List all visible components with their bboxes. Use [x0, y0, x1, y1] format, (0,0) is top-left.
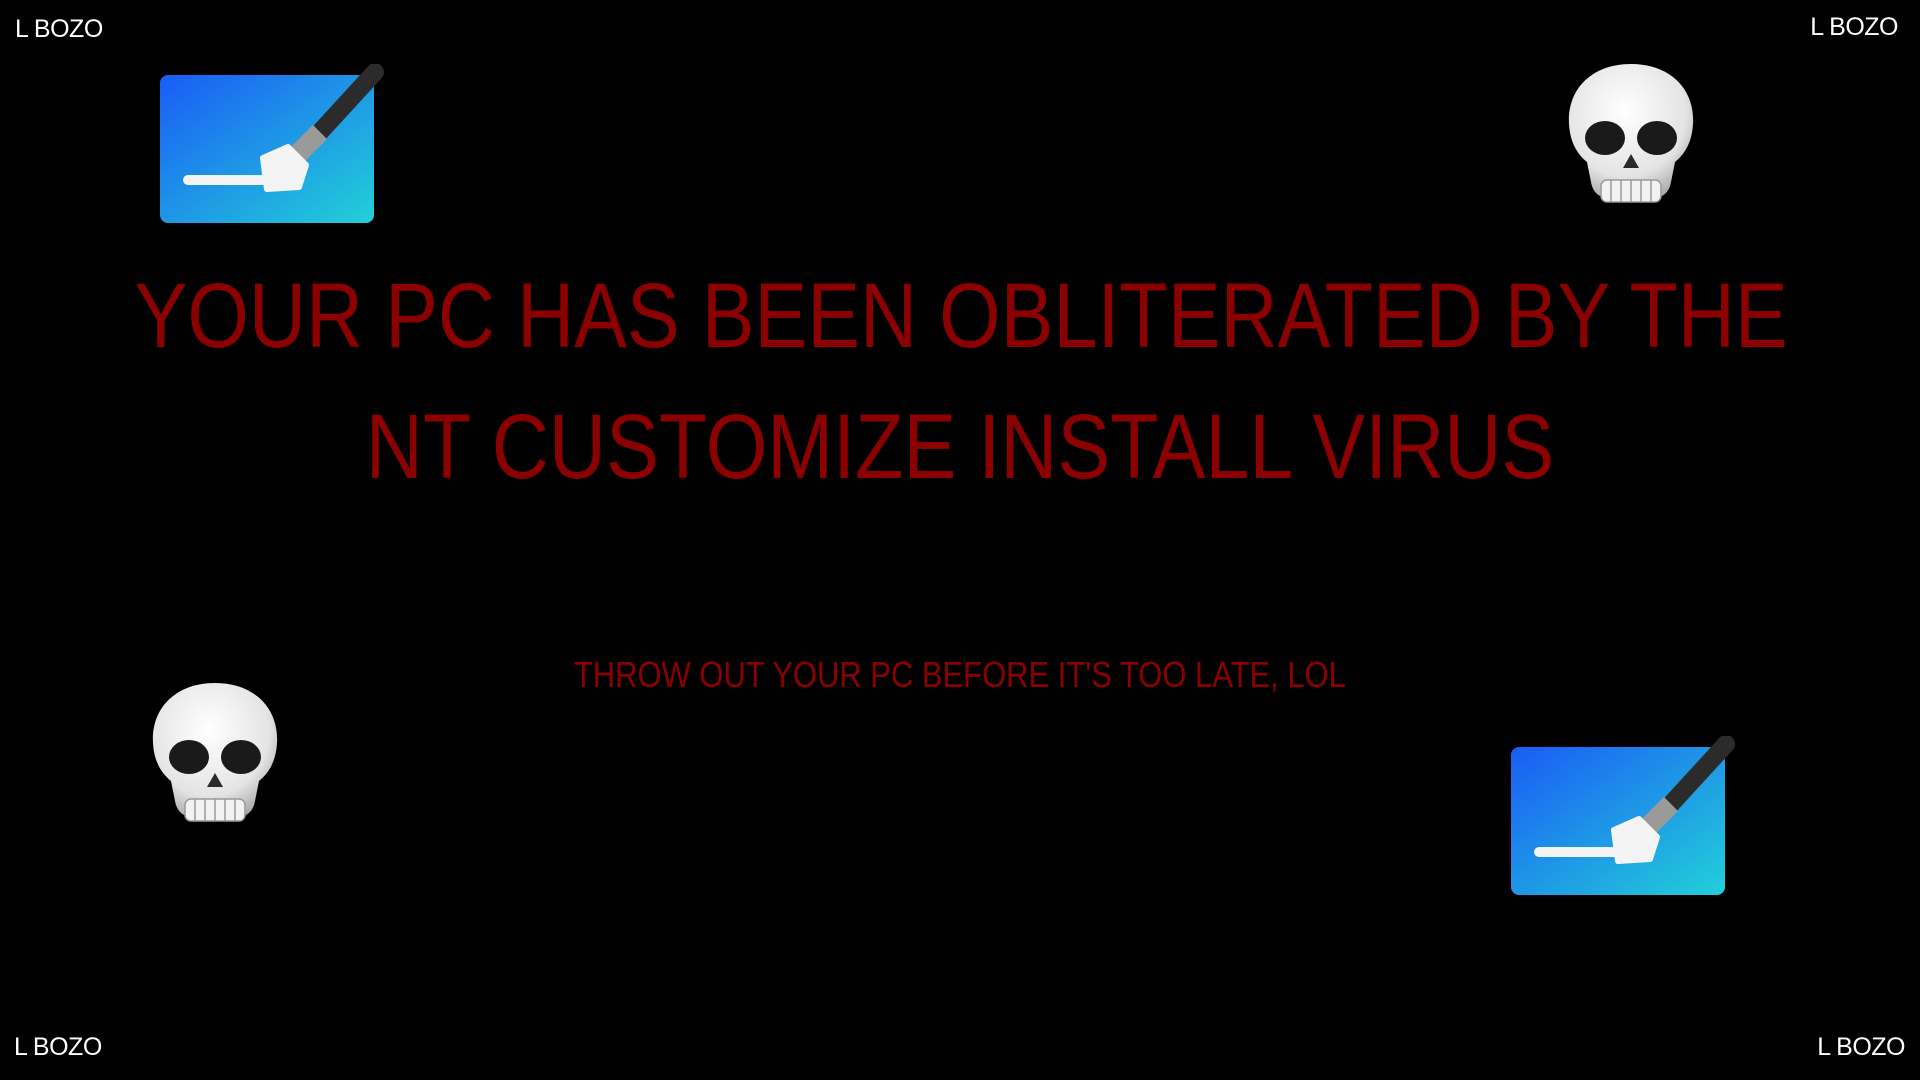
paint-app-icon [160, 64, 388, 226]
paint-app-icon [1511, 736, 1739, 898]
corner-text-bottom-right: L BOZO [1817, 1033, 1905, 1061]
headline-line-1: YOUR PC HAS BEEN OBLITERATED BY THE [134, 265, 1788, 367]
headline-line-2: NT CUSTOMIZE INSTALL VIRUS [365, 396, 1555, 498]
corner-text-top-right: L BOZO [1810, 13, 1898, 41]
skull-icon [1568, 63, 1694, 203]
subtitle: THROW OUT YOUR PC BEFORE IT'S TOO LATE, … [573, 654, 1347, 695]
corner-text-bottom-left: L BOZO [14, 1033, 102, 1061]
skull-icon [152, 682, 278, 822]
corner-text-top-left: L BOZO [15, 15, 103, 43]
